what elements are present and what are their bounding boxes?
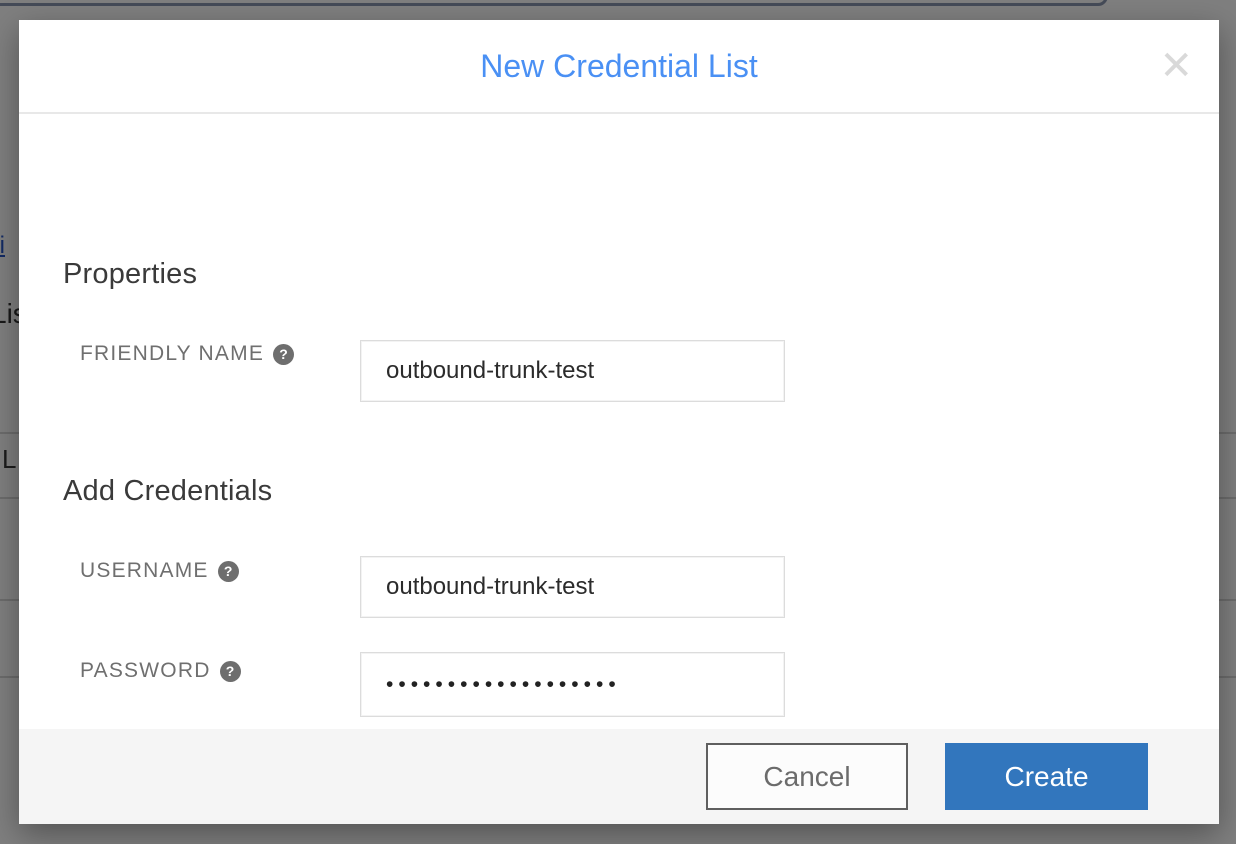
friendly-name-label: FRIENDLY NAME ?: [80, 342, 294, 366]
password-label-text: PASSWORD: [80, 659, 211, 683]
dialog-header: New Credential List ✕: [19, 20, 1219, 114]
close-icon[interactable]: ✕: [1159, 46, 1193, 86]
username-label: USERNAME ?: [80, 559, 239, 583]
properties-section-heading: Properties: [63, 258, 197, 291]
password-label: PASSWORD ?: [80, 659, 241, 683]
dialog-body: Properties FRIENDLY NAME ? Add Credentia…: [19, 114, 1219, 727]
help-icon[interactable]: ?: [273, 344, 294, 365]
new-credential-list-dialog: New Credential List ✕ Properties FRIENDL…: [19, 20, 1219, 824]
dialog-title: New Credential List: [480, 48, 757, 85]
friendly-name-label-text: FRIENDLY NAME: [80, 342, 264, 366]
help-icon[interactable]: ?: [218, 561, 239, 582]
cancel-button[interactable]: Cancel: [706, 743, 908, 810]
friendly-name-input[interactable]: [360, 340, 785, 402]
dialog-footer: Cancel Create: [19, 729, 1219, 824]
create-button[interactable]: Create: [945, 743, 1148, 810]
help-icon[interactable]: ?: [220, 661, 241, 682]
password-input[interactable]: [360, 652, 785, 717]
username-input[interactable]: [360, 556, 785, 618]
add-credentials-section-heading: Add Credentials: [63, 475, 272, 508]
username-label-text: USERNAME: [80, 559, 209, 583]
